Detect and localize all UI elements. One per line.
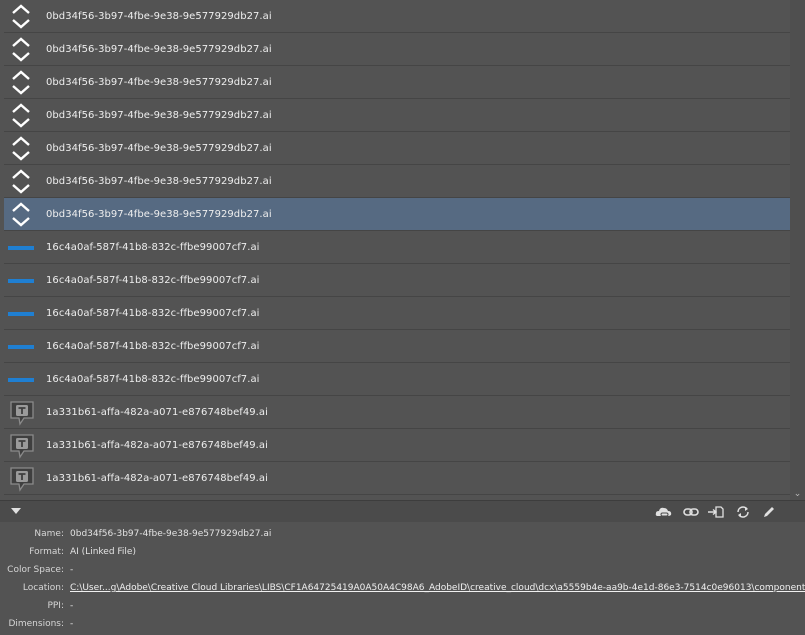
info-row: PPI: -: [0, 597, 805, 615]
link-row[interactable]: 0bd34f56-3b97-4fbe-9e38-9e577929db27.ai: [4, 132, 790, 165]
link-filename: 16c4a0af-587f-41b8-832c-ffbe99007cf7.ai: [46, 373, 260, 385]
info-label: Dimensions:: [8, 619, 64, 629]
cloud-link-icon[interactable]: [655, 505, 673, 519]
link-row[interactable]: 0bd34f56-3b97-4fbe-9e38-9e577929db27.ai: [4, 198, 790, 231]
link-filename: 16c4a0af-587f-41b8-832c-ffbe99007cf7.ai: [46, 241, 260, 253]
link-row[interactable]: 0bd34f56-3b97-4fbe-9e38-9e577929db27.ai: [4, 165, 790, 198]
blue-line-icon: [4, 264, 38, 297]
link-filename: 0bd34f56-3b97-4fbe-9e38-9e577929db27.ai: [46, 76, 272, 88]
sort-arrows-icon: [4, 165, 38, 198]
info-label: Location:: [22, 583, 64, 593]
blue-line-icon: [4, 363, 38, 396]
link-row[interactable]: 16c4a0af-587f-41b8-832c-ffbe99007cf7.ai: [4, 330, 790, 363]
go-to-link-icon[interactable]: [707, 505, 725, 519]
link-row[interactable]: 16c4a0af-587f-41b8-832c-ffbe99007cf7.ai: [4, 363, 790, 396]
text-bubble-icon: [4, 429, 38, 462]
link-info-panel: Name: 0bd34f56-3b97-4fbe-9e38-9e577929db2…: [0, 523, 805, 635]
link-row[interactable]: 1a331b61-affa-482a-a071-e876748bef49.ai: [4, 429, 790, 462]
link-row[interactable]: 0bd34f56-3b97-4fbe-9e38-9e577929db27.ai: [4, 33, 790, 66]
links-list[interactable]: 0bd34f56-3b97-4fbe-9e38-9e577929db27.ai 0…: [4, 0, 790, 497]
sort-arrows-icon: [4, 33, 38, 66]
info-row: Color Space: -: [0, 561, 805, 579]
link-row[interactable]: 16c4a0af-587f-41b8-832c-ffbe99007cf7.ai: [4, 297, 790, 330]
link-row[interactable]: 1a331b61-affa-482a-a071-e876748bef49.ai: [4, 462, 790, 495]
info-label: Color Space:: [7, 565, 64, 575]
link-filename: 1a331b61-affa-482a-a071-e876748bef49.ai: [46, 472, 268, 484]
link-filename: 16c4a0af-587f-41b8-832c-ffbe99007cf7.ai: [46, 307, 260, 319]
edit-original-icon[interactable]: [760, 505, 778, 519]
link-filename: 0bd34f56-3b97-4fbe-9e38-9e577929db27.ai: [46, 142, 272, 154]
show-link-info-toggle-icon[interactable]: [11, 508, 21, 514]
link-row[interactable]: 0bd34f56-3b97-4fbe-9e38-9e577929db27.ai: [4, 66, 790, 99]
panel-toolbar: [0, 500, 805, 522]
info-label: Format:: [29, 547, 64, 557]
blue-line-icon: [4, 330, 38, 363]
info-value: -: [70, 565, 74, 575]
info-row: Format: AI (Linked File): [0, 543, 805, 561]
sort-arrows-icon: [4, 132, 38, 165]
link-filename: 0bd34f56-3b97-4fbe-9e38-9e577929db27.ai: [46, 175, 272, 187]
link-row[interactable]: 16c4a0af-587f-41b8-832c-ffbe99007cf7.ai: [4, 231, 790, 264]
link-row[interactable]: 0bd34f56-3b97-4fbe-9e38-9e577929db27.ai: [4, 99, 790, 132]
link-row[interactable]: 0bd34f56-3b97-4fbe-9e38-9e577929db27.ai: [4, 0, 790, 33]
info-row: Dimensions: -: [0, 615, 805, 633]
link-filename: 0bd34f56-3b97-4fbe-9e38-9e577929db27.ai: [46, 208, 272, 220]
sort-arrows-icon: [4, 99, 38, 132]
info-value: -: [70, 619, 74, 629]
link-filename: 16c4a0af-587f-41b8-832c-ffbe99007cf7.ai: [46, 340, 260, 352]
link-filename: 0bd34f56-3b97-4fbe-9e38-9e577929db27.ai: [46, 43, 272, 55]
blue-line-icon: [4, 231, 38, 264]
info-value: -: [70, 601, 74, 611]
link-filename: 0bd34f56-3b97-4fbe-9e38-9e577929db27.ai: [46, 10, 272, 22]
location-path-link[interactable]: C:\User...g\Adobe\Creative Cloud Librari…: [70, 579, 805, 597]
info-label: Name:: [34, 529, 64, 539]
info-value: 0bd34f56-3b97-4fbe-9e38-9e577929db27.ai: [70, 529, 272, 539]
sort-arrows-icon: [4, 0, 38, 33]
link-row[interactable]: 1a331b61-affa-482a-a071-e876748bef49.ai: [4, 396, 790, 429]
text-bubble-icon: [4, 462, 38, 495]
link-filename: 16c4a0af-587f-41b8-832c-ffbe99007cf7.ai: [46, 274, 260, 286]
info-value: AI (Linked File): [70, 547, 136, 557]
info-label: PPI:: [47, 601, 64, 611]
blue-line-icon: [4, 297, 38, 330]
update-link-icon[interactable]: [734, 505, 752, 519]
sort-arrows-icon: [4, 198, 38, 231]
sort-arrows-icon: [4, 66, 38, 99]
link-filename: 1a331b61-affa-482a-a071-e876748bef49.ai: [46, 406, 268, 418]
relink-icon[interactable]: [682, 505, 700, 519]
scrollbar[interactable]: ⌄: [790, 0, 805, 500]
link-row[interactable]: 16c4a0af-587f-41b8-832c-ffbe99007cf7.ai: [4, 264, 790, 297]
info-row: Location: C:\User...g\Adobe\Creative Clou…: [0, 579, 805, 597]
link-filename: 0bd34f56-3b97-4fbe-9e38-9e577929db27.ai: [46, 109, 272, 121]
text-bubble-icon: [4, 396, 38, 429]
scroll-down-icon[interactable]: ⌄: [790, 488, 805, 500]
info-row: Name: 0bd34f56-3b97-4fbe-9e38-9e577929db2…: [0, 525, 805, 543]
link-filename: 1a331b61-affa-482a-a071-e876748bef49.ai: [46, 439, 268, 451]
